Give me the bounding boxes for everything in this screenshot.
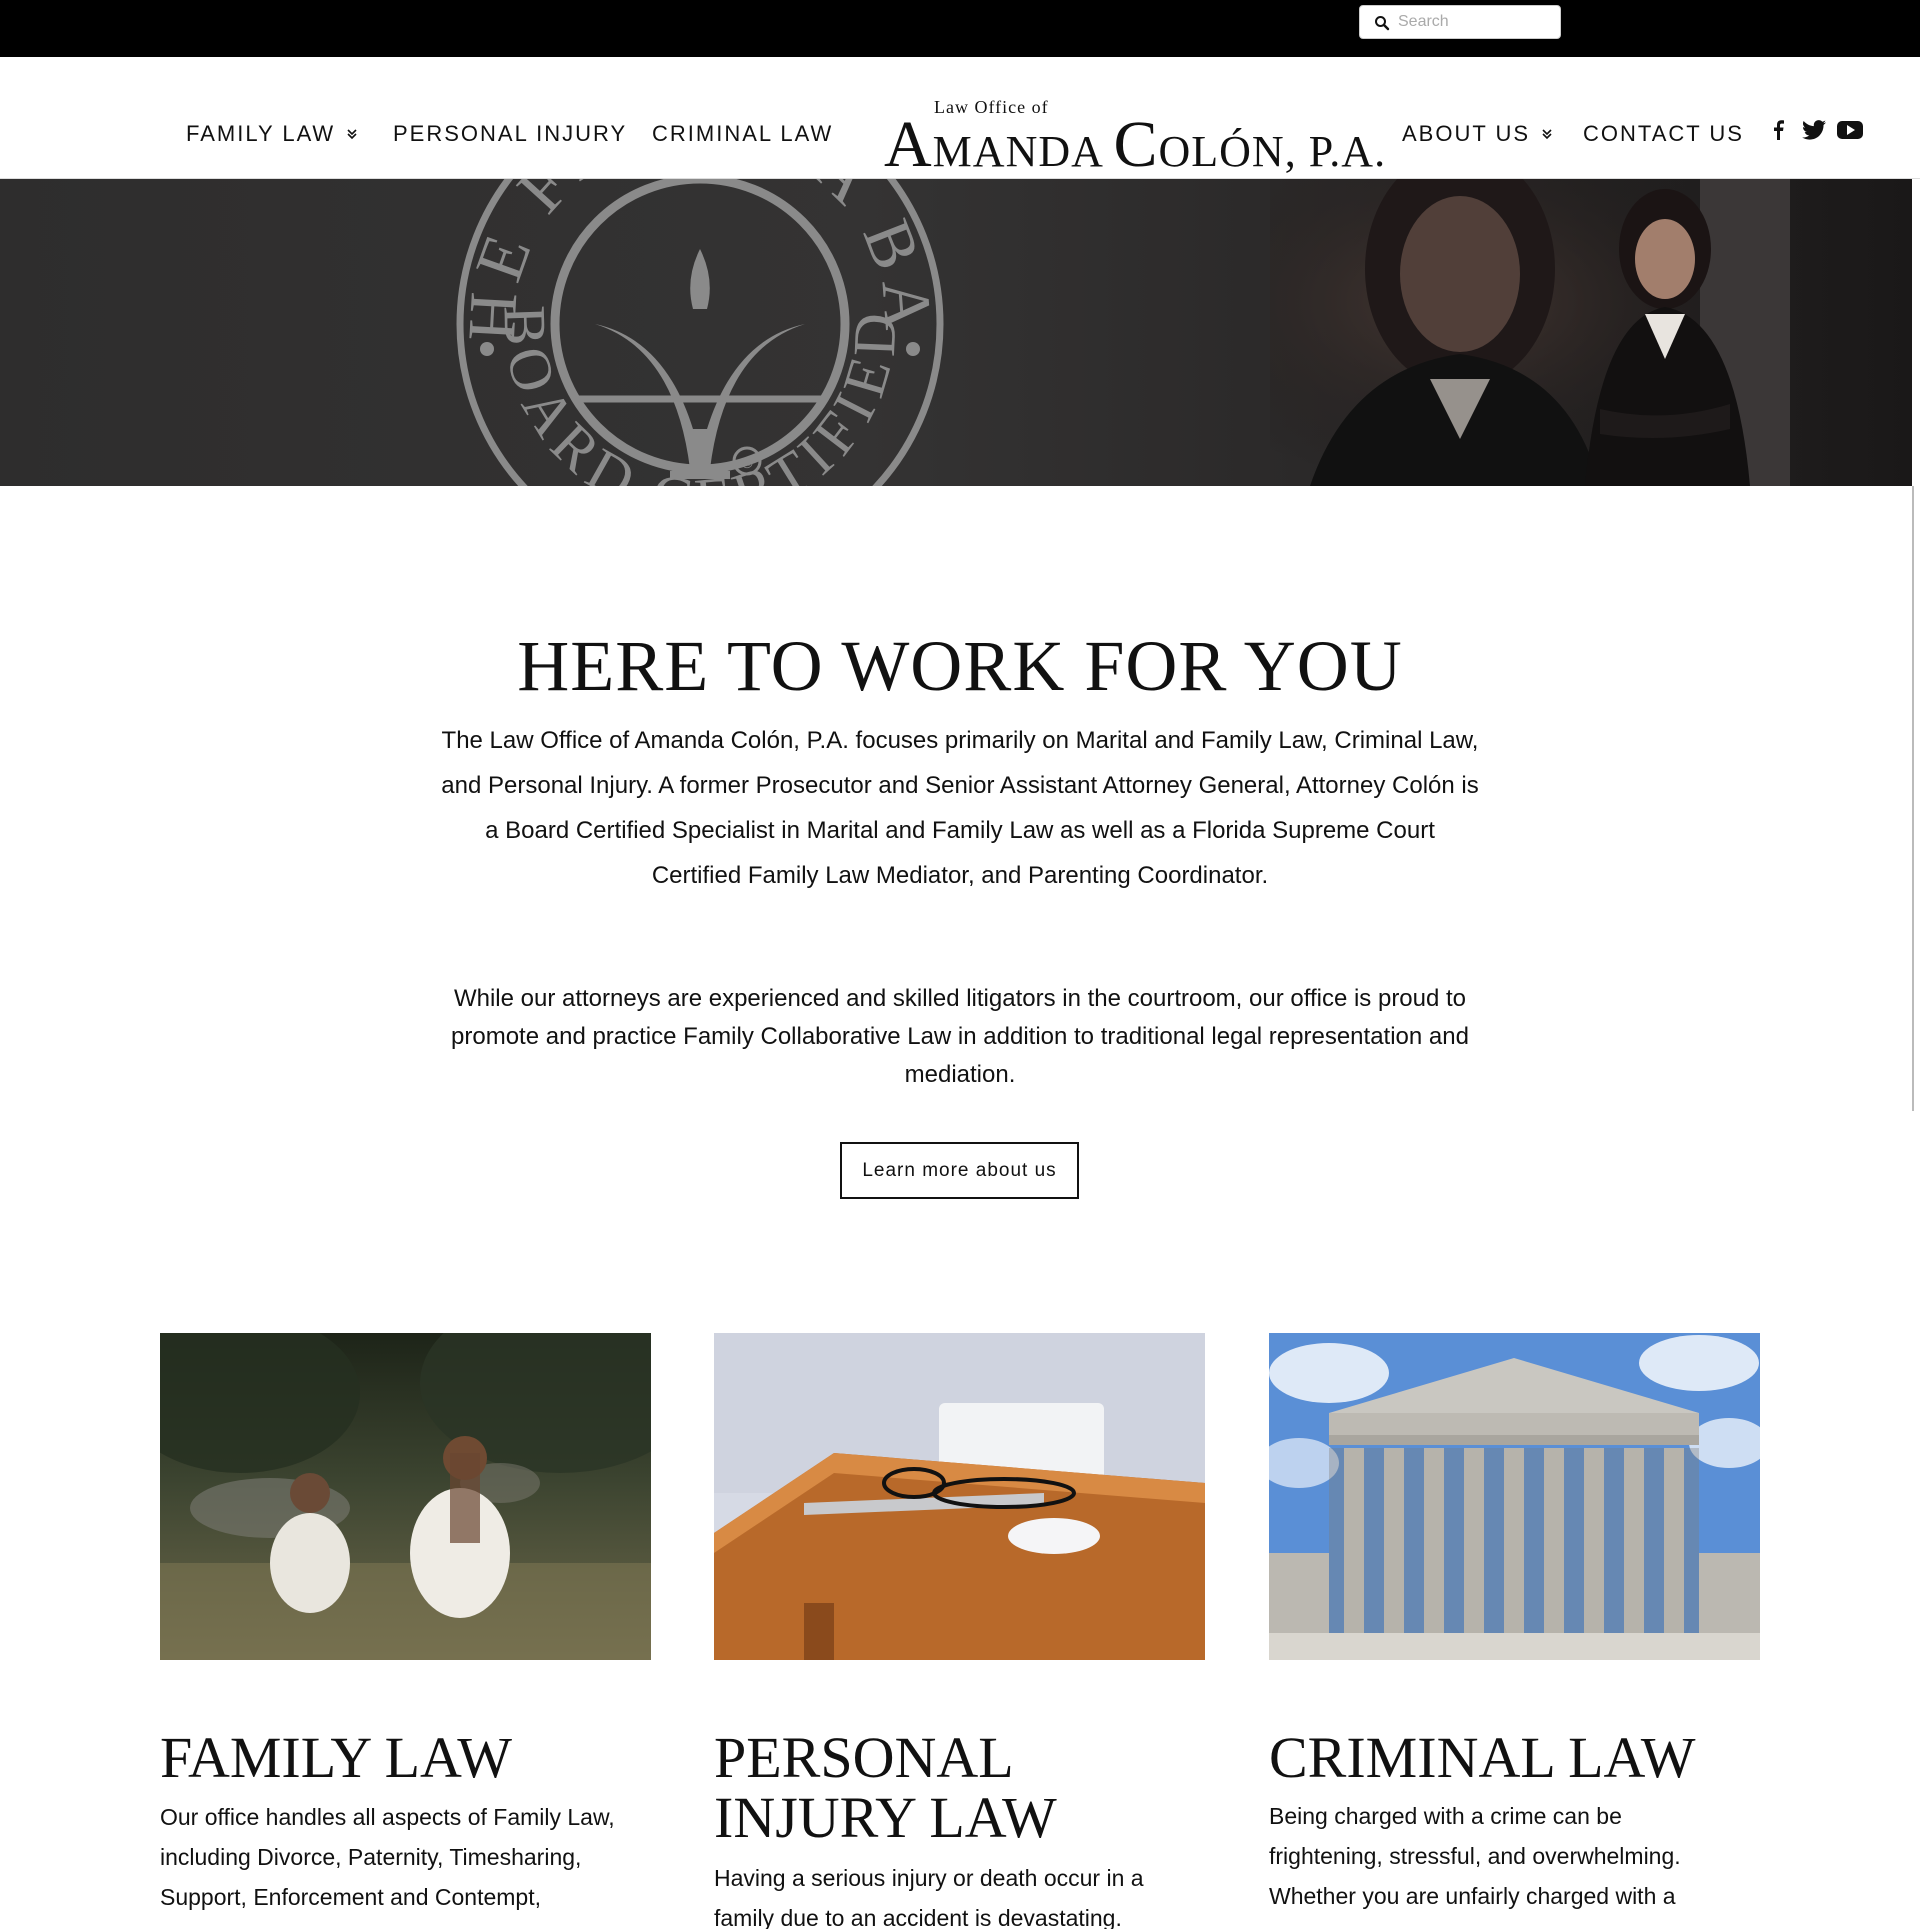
nav-personal-injury[interactable]: PERSONAL INJURY xyxy=(393,121,627,147)
site-header: FAMILY LAW PERSONAL INJURY CRIMINAL LAW … xyxy=(0,57,1920,181)
logo-line2: AMANDA COLÓN, P.A. xyxy=(884,108,1387,181)
hero-banner: THE FLORIDA BAR BOARD CERTIFIED ® xyxy=(0,179,1920,486)
florida-bar-seal: THE FLORIDA BAR BOARD CERTIFIED ® xyxy=(445,179,944,486)
attorney-photo xyxy=(1270,179,1790,486)
chevron-down-icon xyxy=(339,127,357,144)
personal-injury-text: Having a serious injury or death occur i… xyxy=(714,1865,1144,1929)
personal-injury-image[interactable] xyxy=(714,1333,1205,1660)
nav-contact-us[interactable]: CONTACT US xyxy=(1583,121,1744,147)
hero-edge xyxy=(1912,179,1920,486)
personal-injury-title[interactable]: PERSONAL INJURY LAW xyxy=(714,1728,1057,1848)
nav-about-us[interactable]: ABOUT US xyxy=(1402,121,1553,147)
social-links xyxy=(1765,119,1863,141)
facebook-icon[interactable] xyxy=(1765,119,1791,141)
family-law-text: Our office handles all aspects of Family… xyxy=(160,1804,615,1910)
intro-paragraph-2: While our attorneys are experienced and … xyxy=(451,985,1469,1088)
site-logo[interactable]: Law Office of AMANDA COLÓN, P.A. xyxy=(880,77,1385,181)
learn-more-button[interactable]: Learn more about us xyxy=(840,1142,1079,1199)
twitter-icon[interactable] xyxy=(1801,119,1827,141)
search-icon xyxy=(1375,16,1390,31)
nav-about-us-label: ABOUT US xyxy=(1402,121,1531,146)
family-law-image[interactable] xyxy=(160,1333,651,1660)
nav-criminal-law[interactable]: CRIMINAL LAW xyxy=(652,121,833,147)
intro-paragraph-1: The Law Office of Amanda Colón, P.A. foc… xyxy=(441,727,1479,889)
family-law-title[interactable]: FAMILY LAW xyxy=(160,1728,512,1788)
criminal-law-text: Being charged with a crime can be fright… xyxy=(1269,1803,1681,1909)
youtube-icon[interactable] xyxy=(1837,119,1863,141)
svg-text:®: ® xyxy=(741,455,753,472)
nav-family-law[interactable]: FAMILY LAW xyxy=(186,121,358,147)
search-input[interactable] xyxy=(1398,10,1553,34)
search-box[interactable] xyxy=(1359,5,1561,39)
nav-family-law-label: FAMILY LAW xyxy=(186,121,336,146)
criminal-law-title[interactable]: CRIMINAL LAW xyxy=(1269,1728,1696,1788)
scrollbar[interactable] xyxy=(1912,486,1914,1111)
top-bar xyxy=(0,0,1920,57)
chevron-down-icon xyxy=(1534,127,1552,144)
criminal-law-image[interactable] xyxy=(1269,1333,1760,1660)
intro-title: HERE TO WORK FOR YOU xyxy=(517,626,1403,706)
